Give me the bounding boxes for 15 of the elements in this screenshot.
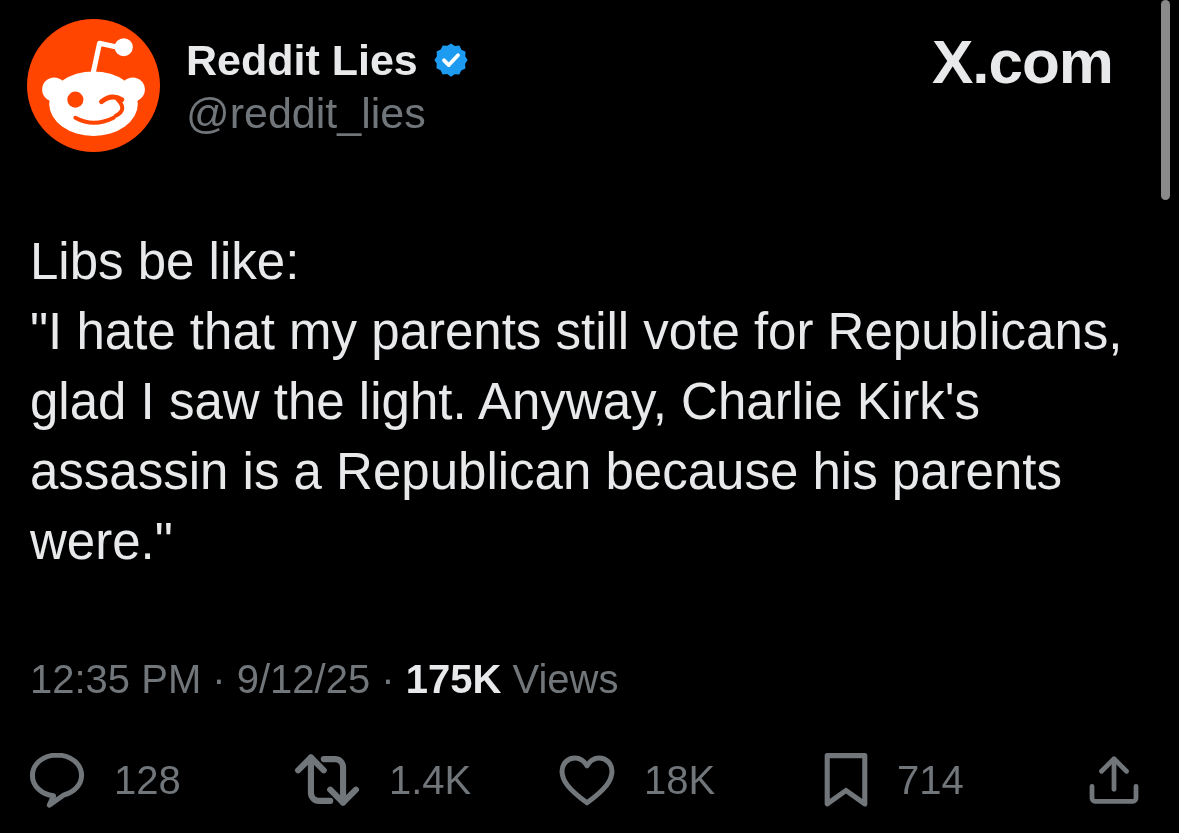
bookmark-icon xyxy=(824,752,868,808)
alien-avatar-icon xyxy=(27,19,160,152)
share-icon xyxy=(1089,755,1139,805)
scrollbar-thumb[interactable] xyxy=(1161,0,1170,200)
repost-button[interactable]: 1.4K xyxy=(294,750,472,810)
like-button[interactable]: 18K xyxy=(559,750,716,810)
heart-icon xyxy=(559,754,615,806)
user-handle: @reddit_lies xyxy=(186,89,427,137)
site-label: X.com xyxy=(931,29,1113,95)
bookmark-button[interactable]: 714 xyxy=(824,750,964,810)
post-text: Libs be like: "I hate that my parents still vote for Republicans, glad I saw the light. Anyway, Charlie Kirk's assassin is a Republican because his parents were." xyxy=(30,232,1124,572)
post-meta: 12:35 PM · 9/12/25 · 175K Views xyxy=(30,656,619,703)
display-name: Reddit Lies xyxy=(186,36,418,84)
speech-bubble-icon xyxy=(29,752,85,808)
reply-button[interactable]: 128 xyxy=(29,750,181,810)
